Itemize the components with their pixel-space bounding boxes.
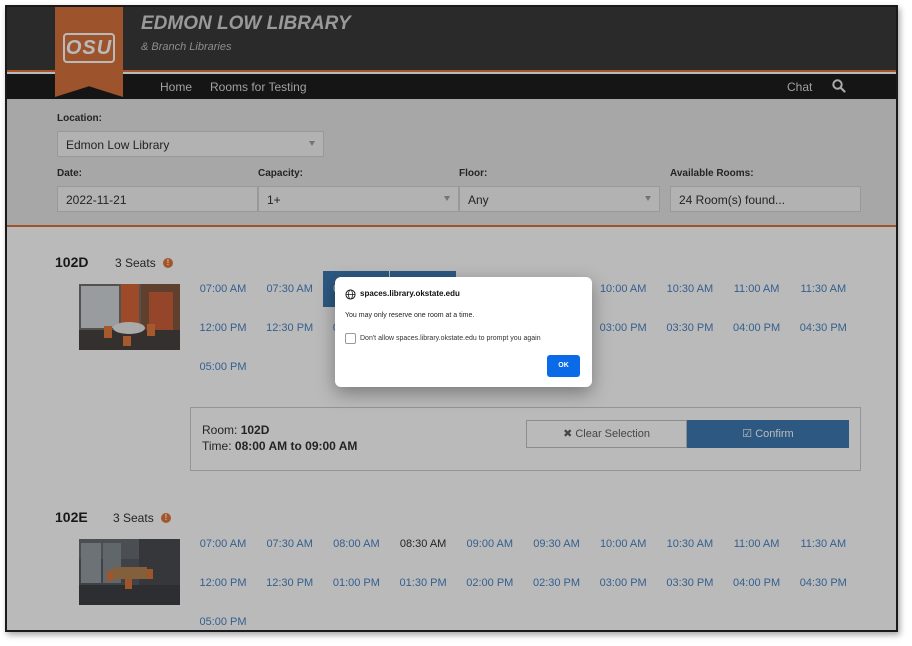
suppress-prompt-label[interactable]: Don't allow spaces.library.okstate.edu t… [360,335,541,342]
dialog-site: spaces.library.okstate.edu [360,289,460,298]
suppress-prompt-checkbox[interactable] [345,333,356,344]
ok-button[interactable]: OK [547,355,580,377]
alert-dialog: spaces.library.okstate.edu You may only … [335,277,592,387]
dialog-message: You may only reserve one room at a time. [345,312,475,319]
browser-page: EDMON LOW LIBRARY & Branch Libraries OSU… [5,5,898,632]
globe-icon [345,289,356,300]
